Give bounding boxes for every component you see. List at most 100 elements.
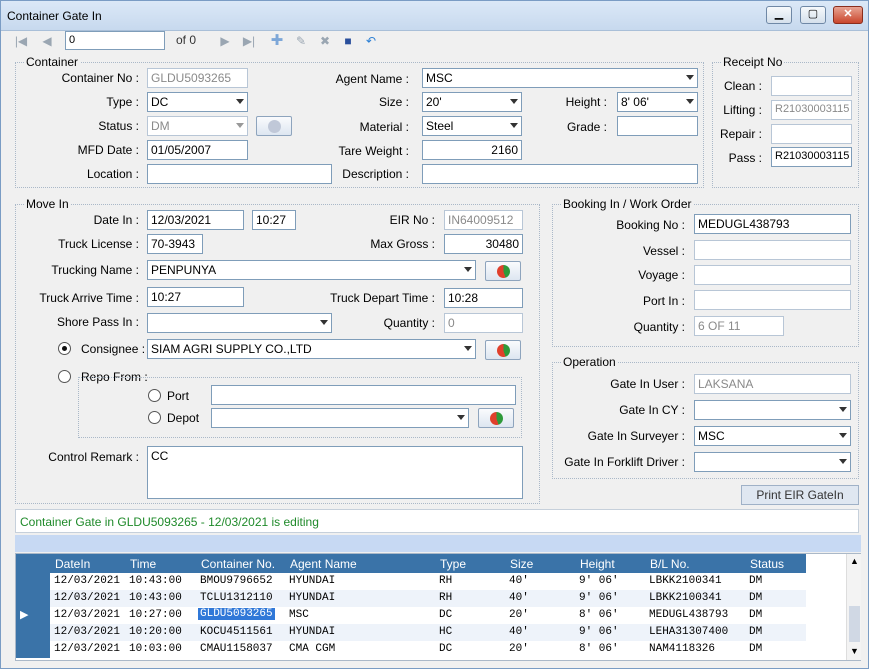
scroll-down-icon[interactable]: ▼: [850, 646, 859, 656]
table-row[interactable]: 12/03/2021 10:20:00 KOCU4511561 HYUNDAI …: [50, 624, 806, 641]
lifting-field[interactable]: R21030003115: [771, 100, 852, 120]
grade-field[interactable]: [617, 116, 698, 136]
scroll-thumb[interactable]: [849, 606, 860, 642]
previous-record-icon[interactable]: ◀: [39, 33, 55, 49]
delete-icon[interactable]: ✖: [317, 33, 333, 49]
tare-weight-field[interactable]: 2160: [422, 140, 522, 160]
next-record-icon[interactable]: ▶: [217, 33, 233, 49]
type-select[interactable]: DC: [147, 92, 248, 112]
status-select[interactable]: DM: [147, 116, 248, 136]
column-header[interactable]: Status: [750, 557, 784, 571]
gate-in-surveyer-select[interactable]: MSC: [694, 426, 851, 446]
column-header[interactable]: Size: [510, 557, 533, 571]
maximize-button[interactable]: ▢: [800, 6, 826, 24]
first-record-icon[interactable]: |◀: [13, 33, 29, 49]
table-row[interactable]: 12/03/2021 10:03:00 CMAU1158037 CMA CGM …: [50, 641, 806, 658]
column-header[interactable]: Container No.: [201, 557, 275, 571]
cell-selected[interactable]: GLDU5093265: [198, 608, 275, 620]
chevron-down-icon: [839, 433, 847, 438]
column-header[interactable]: DateIn: [55, 557, 90, 571]
material-select[interactable]: Steel: [422, 116, 522, 136]
date-in-field[interactable]: 12/03/2021: [147, 210, 244, 230]
depot-radio[interactable]: [148, 411, 161, 424]
column-header[interactable]: Agent Name: [290, 557, 357, 571]
table-row-selected[interactable]: 12/03/2021 10:27:00 GLDU5093265 MSC DC 2…: [50, 607, 806, 624]
booking-quantity-field[interactable]: 6 OF 11: [694, 316, 784, 336]
scroll-up-icon[interactable]: ▲: [850, 556, 859, 566]
container-no-field[interactable]: GLDU5093265: [147, 68, 248, 88]
gate-in-user-field[interactable]: LAKSANA: [694, 374, 851, 394]
column-header[interactable]: Type: [440, 557, 466, 571]
port-radio[interactable]: [148, 389, 161, 402]
eir-no-field[interactable]: IN64009512: [444, 210, 523, 230]
port-in-field[interactable]: [694, 290, 851, 310]
row-header-current[interactable]: ▶: [16, 607, 50, 624]
grid-scrollbar[interactable]: ▲ ▼: [846, 554, 861, 660]
edit-icon[interactable]: ✎: [293, 33, 309, 49]
add-icon[interactable]: ✚: [269, 33, 285, 49]
save-icon[interactable]: ■: [340, 33, 356, 49]
vessel-field[interactable]: [694, 240, 851, 260]
column-header[interactable]: Height: [580, 557, 615, 571]
row-header[interactable]: [16, 641, 50, 658]
vessel-label: Vessel :: [642, 244, 685, 258]
booking-no-field[interactable]: MEDUGL438793: [694, 214, 851, 234]
table-row[interactable]: 12/03/2021 10:43:00 BMOU9796652 HYUNDAI …: [50, 573, 806, 590]
truck-license-field[interactable]: 70-3943: [147, 234, 203, 254]
consignee-radio[interactable]: [58, 342, 71, 355]
table-row[interactable]: 12/03/2021 10:43:00 TCLU1312110 HYUNDAI …: [50, 590, 806, 607]
minimize-button[interactable]: ▁: [766, 6, 792, 24]
booking-group-title: Booking In / Work Order: [561, 197, 694, 211]
quantity-label: Quantity :: [383, 316, 435, 330]
height-label: Height :: [565, 95, 607, 109]
clean-label: Clean :: [723, 79, 762, 93]
time-in-field[interactable]: 10:27: [252, 210, 296, 230]
cell: HC: [439, 626, 453, 638]
row-header[interactable]: [16, 590, 50, 607]
repair-label: Repair :: [719, 127, 762, 141]
height-select[interactable]: 8' 06': [617, 92, 698, 112]
chevron-down-icon: [686, 75, 694, 80]
gate-in-cy-select[interactable]: [694, 400, 851, 420]
trucking-lookup-button[interactable]: [485, 261, 521, 281]
shore-pass-select[interactable]: [147, 313, 332, 333]
quantity-field[interactable]: 0: [444, 313, 523, 333]
truck-depart-field[interactable]: 10:28: [444, 288, 523, 308]
pass-field[interactable]: R21030003115: [771, 147, 852, 167]
record-position-input[interactable]: 0: [65, 31, 165, 50]
agent-name-label: Agent Name :: [335, 72, 409, 86]
consignee-select[interactable]: SIAM AGRI SUPPLY CO.,LTD: [147, 339, 476, 359]
truck-arrive-field[interactable]: 10:27: [147, 287, 244, 307]
cell: 10:20:00: [129, 626, 182, 638]
voyage-field[interactable]: [694, 265, 851, 285]
close-button[interactable]: ✕: [833, 6, 863, 24]
status-lookup-button[interactable]: [256, 116, 292, 136]
undo-icon[interactable]: ↶: [363, 33, 379, 49]
gate-in-forklift-select[interactable]: [694, 452, 851, 472]
print-eir-button[interactable]: Print EIR GateIn: [741, 485, 859, 505]
clean-field[interactable]: [771, 76, 852, 96]
last-record-icon[interactable]: ▶|: [241, 33, 257, 49]
row-header[interactable]: [16, 573, 50, 590]
row-header[interactable]: [16, 624, 50, 641]
port-field[interactable]: [211, 385, 516, 405]
repair-field[interactable]: [771, 124, 852, 144]
depot-lookup-button[interactable]: [478, 408, 514, 428]
cell: DM: [749, 575, 763, 587]
repo-from-radio[interactable]: [58, 370, 71, 383]
trucking-name-value: PENPUNYA: [151, 263, 217, 277]
trucking-name-select[interactable]: PENPUNYA: [147, 260, 476, 280]
cell: 9' 06': [579, 626, 619, 638]
control-remark-field[interactable]: CC: [147, 446, 523, 499]
agent-name-select[interactable]: MSC: [422, 68, 698, 88]
description-field[interactable]: [422, 164, 698, 184]
depot-select[interactable]: [211, 408, 469, 428]
mfd-date-field[interactable]: 01/05/2007: [147, 140, 248, 160]
gate-in-cy-label: Gate In CY :: [619, 403, 685, 417]
max-gross-field[interactable]: 30480: [444, 234, 523, 254]
column-header[interactable]: Time: [130, 557, 156, 571]
column-header[interactable]: B/L No.: [650, 557, 690, 571]
size-select[interactable]: 20': [422, 92, 522, 112]
consignee-lookup-button[interactable]: [485, 340, 521, 360]
cell: DC: [439, 643, 453, 655]
